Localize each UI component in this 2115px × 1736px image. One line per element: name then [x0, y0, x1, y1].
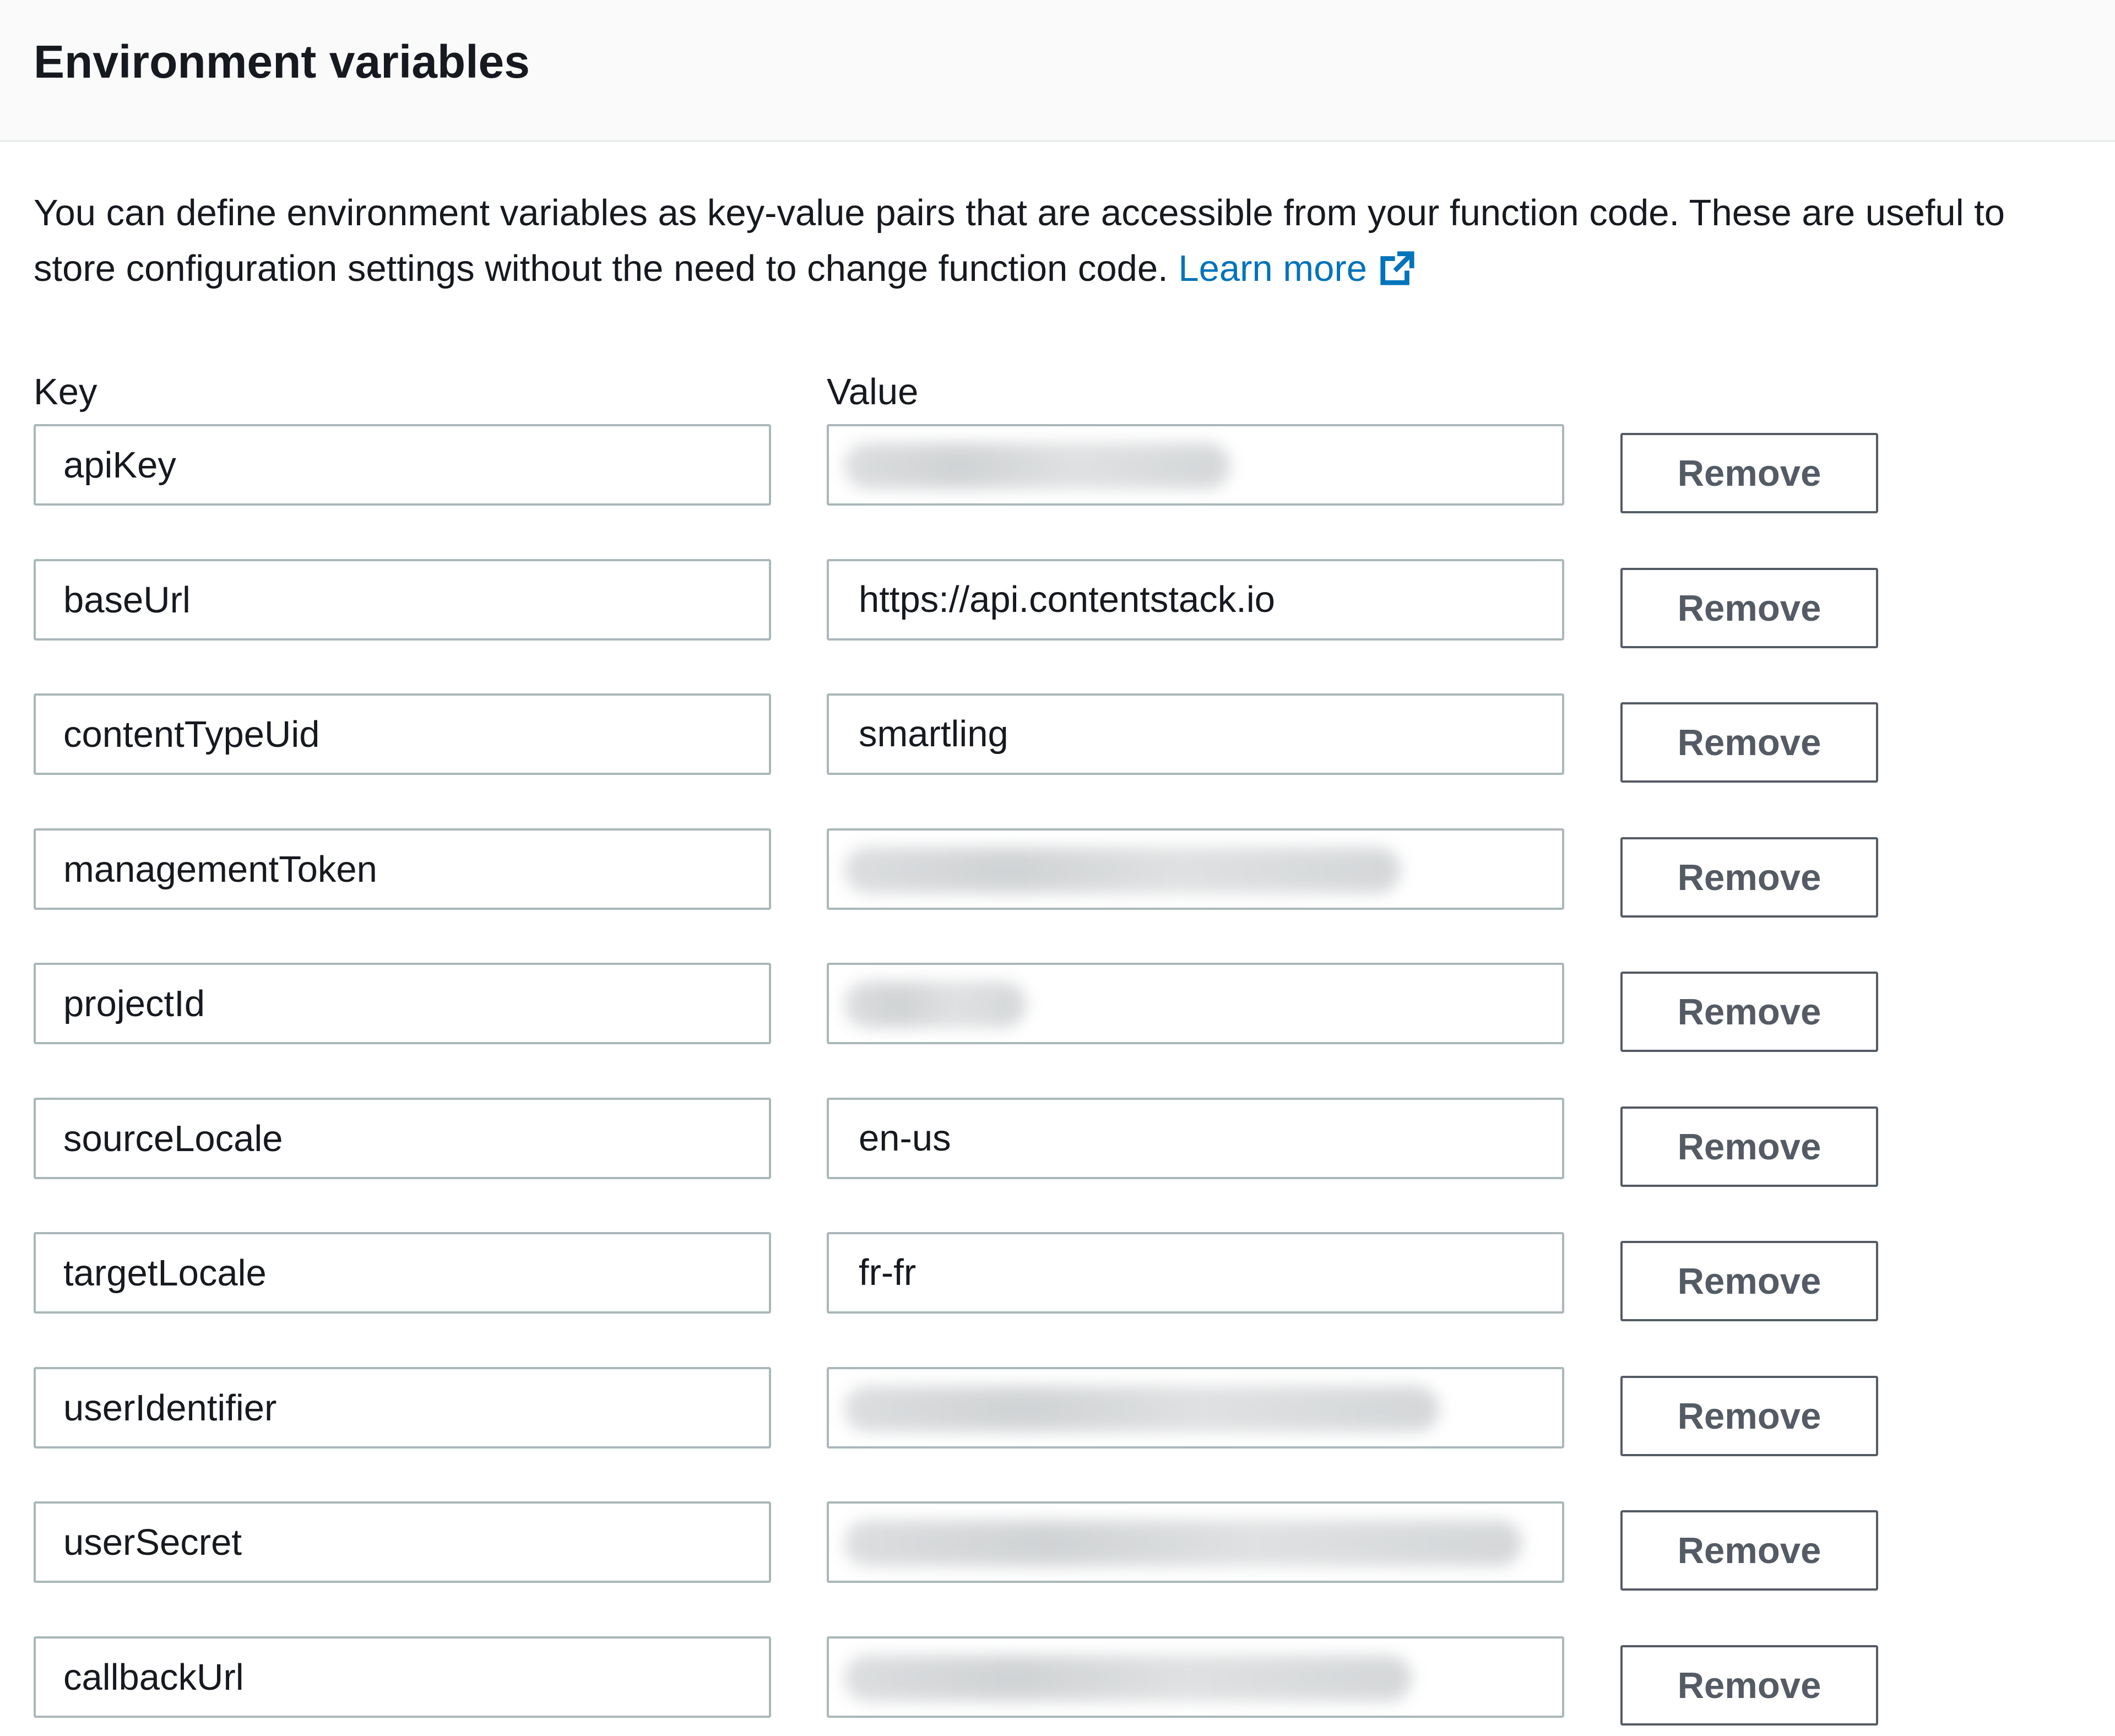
remove-button[interactable]: Remove	[1620, 433, 1878, 513]
environment-variables-panel: Environment variables You can define env…	[0, 0, 2115, 1736]
remove-button[interactable]: Remove	[1620, 1510, 1878, 1591]
key-input[interactable]	[34, 1098, 771, 1179]
learn-more-link[interactable]: Learn more	[1178, 248, 1417, 289]
panel-title: Environment variables	[34, 36, 530, 88]
value-column-label: Value	[827, 371, 919, 413]
variable-row: Remove	[0, 828, 2115, 918]
value-text: https://api.contentstack.io	[859, 579, 1276, 620]
remove-button[interactable]: Remove	[1620, 837, 1878, 918]
value-input[interactable]: https://api.contentstack.io	[827, 559, 1564, 641]
value-input[interactable]	[827, 963, 1564, 1044]
remove-button[interactable]: Remove	[1620, 1241, 1878, 1321]
key-input[interactable]	[34, 828, 771, 910]
key-input[interactable]	[34, 559, 771, 641]
variable-row: Remove	[0, 1501, 2115, 1591]
value-input[interactable]	[827, 1367, 1564, 1449]
key-input[interactable]	[34, 1636, 771, 1718]
variable-row: Remove	[0, 1636, 2115, 1726]
description-text: You can define environment variables as …	[34, 192, 2005, 289]
key-column-label: Key	[34, 371, 97, 413]
remove-button[interactable]: Remove	[1620, 702, 1878, 783]
remove-button[interactable]: Remove	[1620, 972, 1878, 1052]
value-input[interactable]	[827, 828, 1564, 910]
variable-row: Remove	[0, 1367, 2115, 1456]
key-input[interactable]	[34, 693, 771, 775]
key-input[interactable]	[34, 1501, 771, 1583]
value-input[interactable]	[827, 1501, 1564, 1583]
variable-row: fr-fr Remove	[0, 1232, 2115, 1321]
key-input[interactable]	[34, 1232, 771, 1314]
redacted-value	[844, 1520, 1522, 1566]
key-input[interactable]	[34, 1367, 771, 1449]
variable-row: smartling Remove	[0, 693, 2115, 783]
key-input[interactable]	[34, 963, 771, 1044]
value-input[interactable]: smartling	[827, 693, 1564, 775]
remove-button[interactable]: Remove	[1620, 568, 1878, 648]
key-input[interactable]	[34, 424, 771, 506]
panel-header: Environment variables	[0, 0, 2115, 142]
redacted-value	[844, 443, 1230, 489]
external-link-icon	[1380, 251, 1414, 285]
redacted-value	[844, 981, 1026, 1028]
variable-row: Remove	[0, 963, 2115, 1052]
redacted-value	[844, 1655, 1412, 1701]
value-text: en-us	[859, 1117, 951, 1159]
value-text: fr-fr	[859, 1252, 916, 1293]
remove-button[interactable]: Remove	[1620, 1645, 1878, 1726]
value-input[interactable]	[827, 1636, 1564, 1718]
value-input[interactable]: fr-fr	[827, 1232, 1564, 1314]
redacted-value	[844, 847, 1401, 893]
value-input[interactable]: en-us	[827, 1098, 1564, 1179]
variable-row: Remove	[0, 424, 2115, 513]
redacted-value	[844, 1386, 1439, 1432]
value-text: smartling	[859, 713, 1008, 755]
learn-more-label: Learn more	[1178, 248, 1368, 289]
variable-row: en-us Remove	[0, 1098, 2115, 1187]
remove-button[interactable]: Remove	[1620, 1106, 1878, 1187]
value-input[interactable]	[827, 424, 1564, 506]
panel-description: You can define environment variables as …	[34, 185, 2094, 296]
remove-button[interactable]: Remove	[1620, 1376, 1878, 1456]
variable-row: https://api.contentstack.io Remove	[0, 559, 2115, 648]
